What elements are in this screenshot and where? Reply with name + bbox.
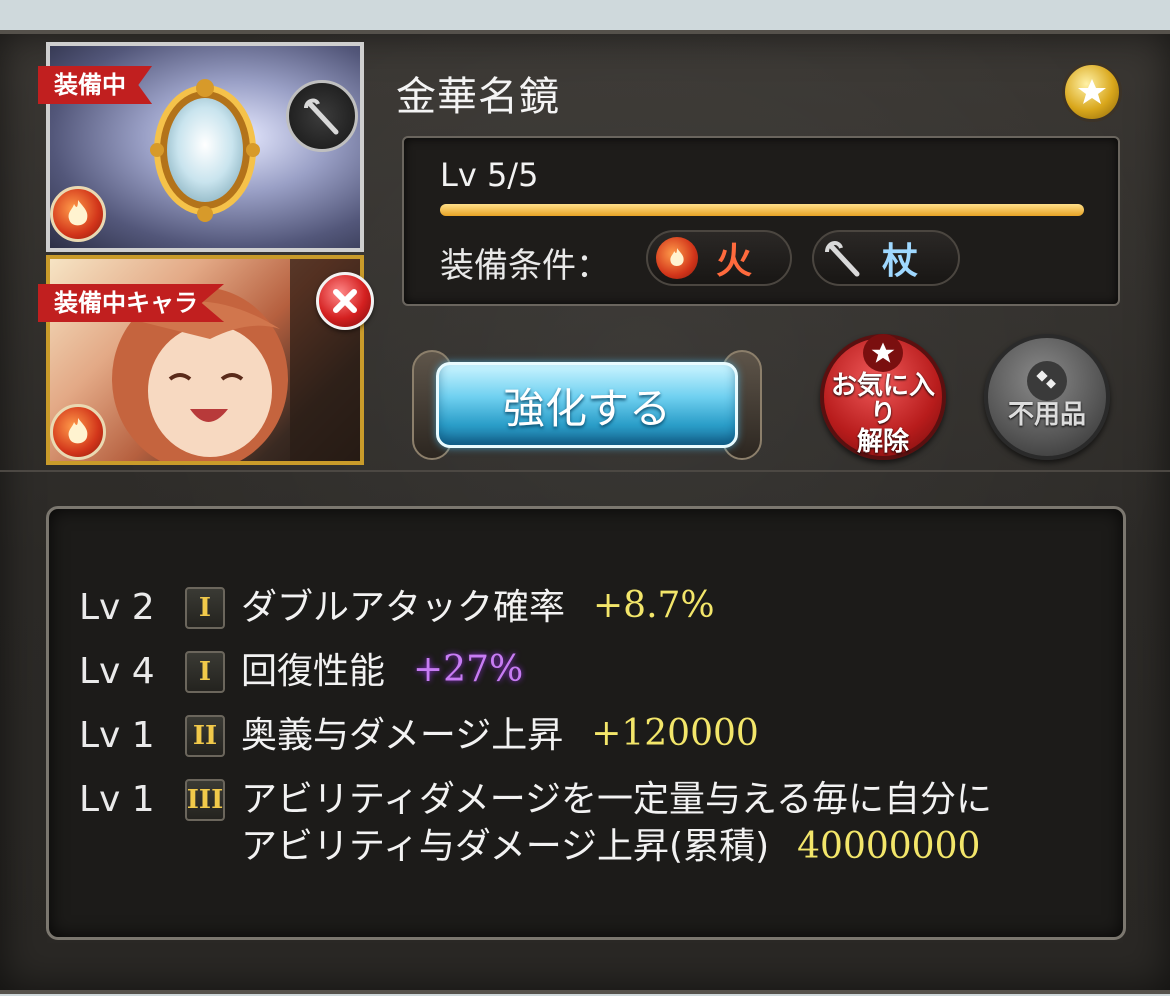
unequip-close-button[interactable]	[316, 272, 374, 330]
junk-label: 不用品	[1007, 400, 1086, 430]
favorite-star-icon	[1062, 62, 1122, 122]
junk-button[interactable]: 不用品	[984, 334, 1110, 460]
skill-name: ダブルアタック確率	[241, 587, 566, 628]
skill-row: Lv 2 I ダブルアタック確率 +8.7%	[79, 585, 715, 634]
fire-condition-text: 火	[716, 241, 753, 282]
upgrade-button-label: 強化する	[502, 383, 671, 433]
skill-name-line1: アビリティダメージを一定量与える毎に自分に	[241, 779, 992, 820]
skill-level: Lv 2	[79, 587, 155, 628]
skill-name-line2-row: アビリティ与ダメージ上昇(累積) 40000000	[241, 826, 992, 873]
skill-tier-icon: II	[185, 715, 225, 757]
upgrade-button-face: 強化する	[436, 362, 738, 448]
skill-row: Lv 1 III アビリティダメージを一定量与える毎に自分に アビリティ与ダメー…	[79, 779, 992, 873]
skill-tier-icon: I	[185, 587, 225, 629]
star-icon	[863, 334, 903, 372]
skill-value: 40000000	[797, 826, 981, 867]
staff-condition-text: 杖	[882, 241, 919, 282]
staff-condition-pill: 杖	[812, 230, 960, 286]
skill-description: アビリティダメージを一定量与える毎に自分に アビリティ与ダメージ上昇(累積) 4…	[241, 779, 992, 873]
junk-icon	[1027, 361, 1067, 401]
unfavorite-button[interactable]: お気に入り 解除	[820, 334, 946, 460]
skill-value: +120000	[591, 713, 759, 754]
skill-tier-icon: I	[185, 651, 225, 693]
equipped-character-ribbon: 装備中キャラ	[38, 284, 224, 322]
staff-icon	[286, 80, 358, 152]
fire-condition-pill: 火	[646, 230, 792, 286]
skill-name: 回復性能	[241, 651, 386, 692]
skills-panel: Lv 2 I ダブルアタック確率 +8.7% Lv 4 I 回復性能 +27% …	[46, 506, 1126, 940]
staff-type-icon	[822, 237, 864, 279]
skill-row: Lv 1 II 奥義与ダメージ上昇 +120000	[79, 713, 759, 762]
unfavorite-label: お気に入り 解除	[830, 371, 935, 457]
fire-element-icon	[50, 186, 106, 242]
upgrade-button[interactable]: 強化する	[412, 350, 762, 460]
skill-row: Lv 4 I 回復性能 +27%	[79, 649, 524, 698]
equip-condition-label: 装備条件：	[440, 246, 610, 286]
section-divider	[0, 470, 1170, 472]
skill-value: +27%	[413, 649, 524, 690]
character-fire-element-icon	[50, 404, 106, 460]
skill-tier-icon: III	[185, 779, 225, 821]
skill-level: Lv 4	[79, 651, 155, 692]
close-icon	[333, 289, 357, 313]
level-text: Lv 5/5	[440, 156, 539, 194]
skill-name: 奥義与ダメージ上昇	[241, 715, 564, 756]
skill-level: Lv 1	[79, 715, 155, 756]
skill-name-line2: アビリティ与ダメージ上昇(累積)	[241, 826, 770, 867]
weapon-name: 金華名鏡	[396, 74, 560, 120]
level-progress-bar	[440, 204, 1084, 216]
skill-level: Lv 1	[79, 779, 155, 820]
fire-icon	[656, 237, 698, 279]
level-panel: Lv 5/5 装備条件： 火 杖	[402, 136, 1120, 306]
equipped-ribbon: 装備中	[38, 66, 152, 104]
level-progress-fill	[440, 204, 1084, 216]
skill-value: +8.7%	[593, 585, 715, 626]
